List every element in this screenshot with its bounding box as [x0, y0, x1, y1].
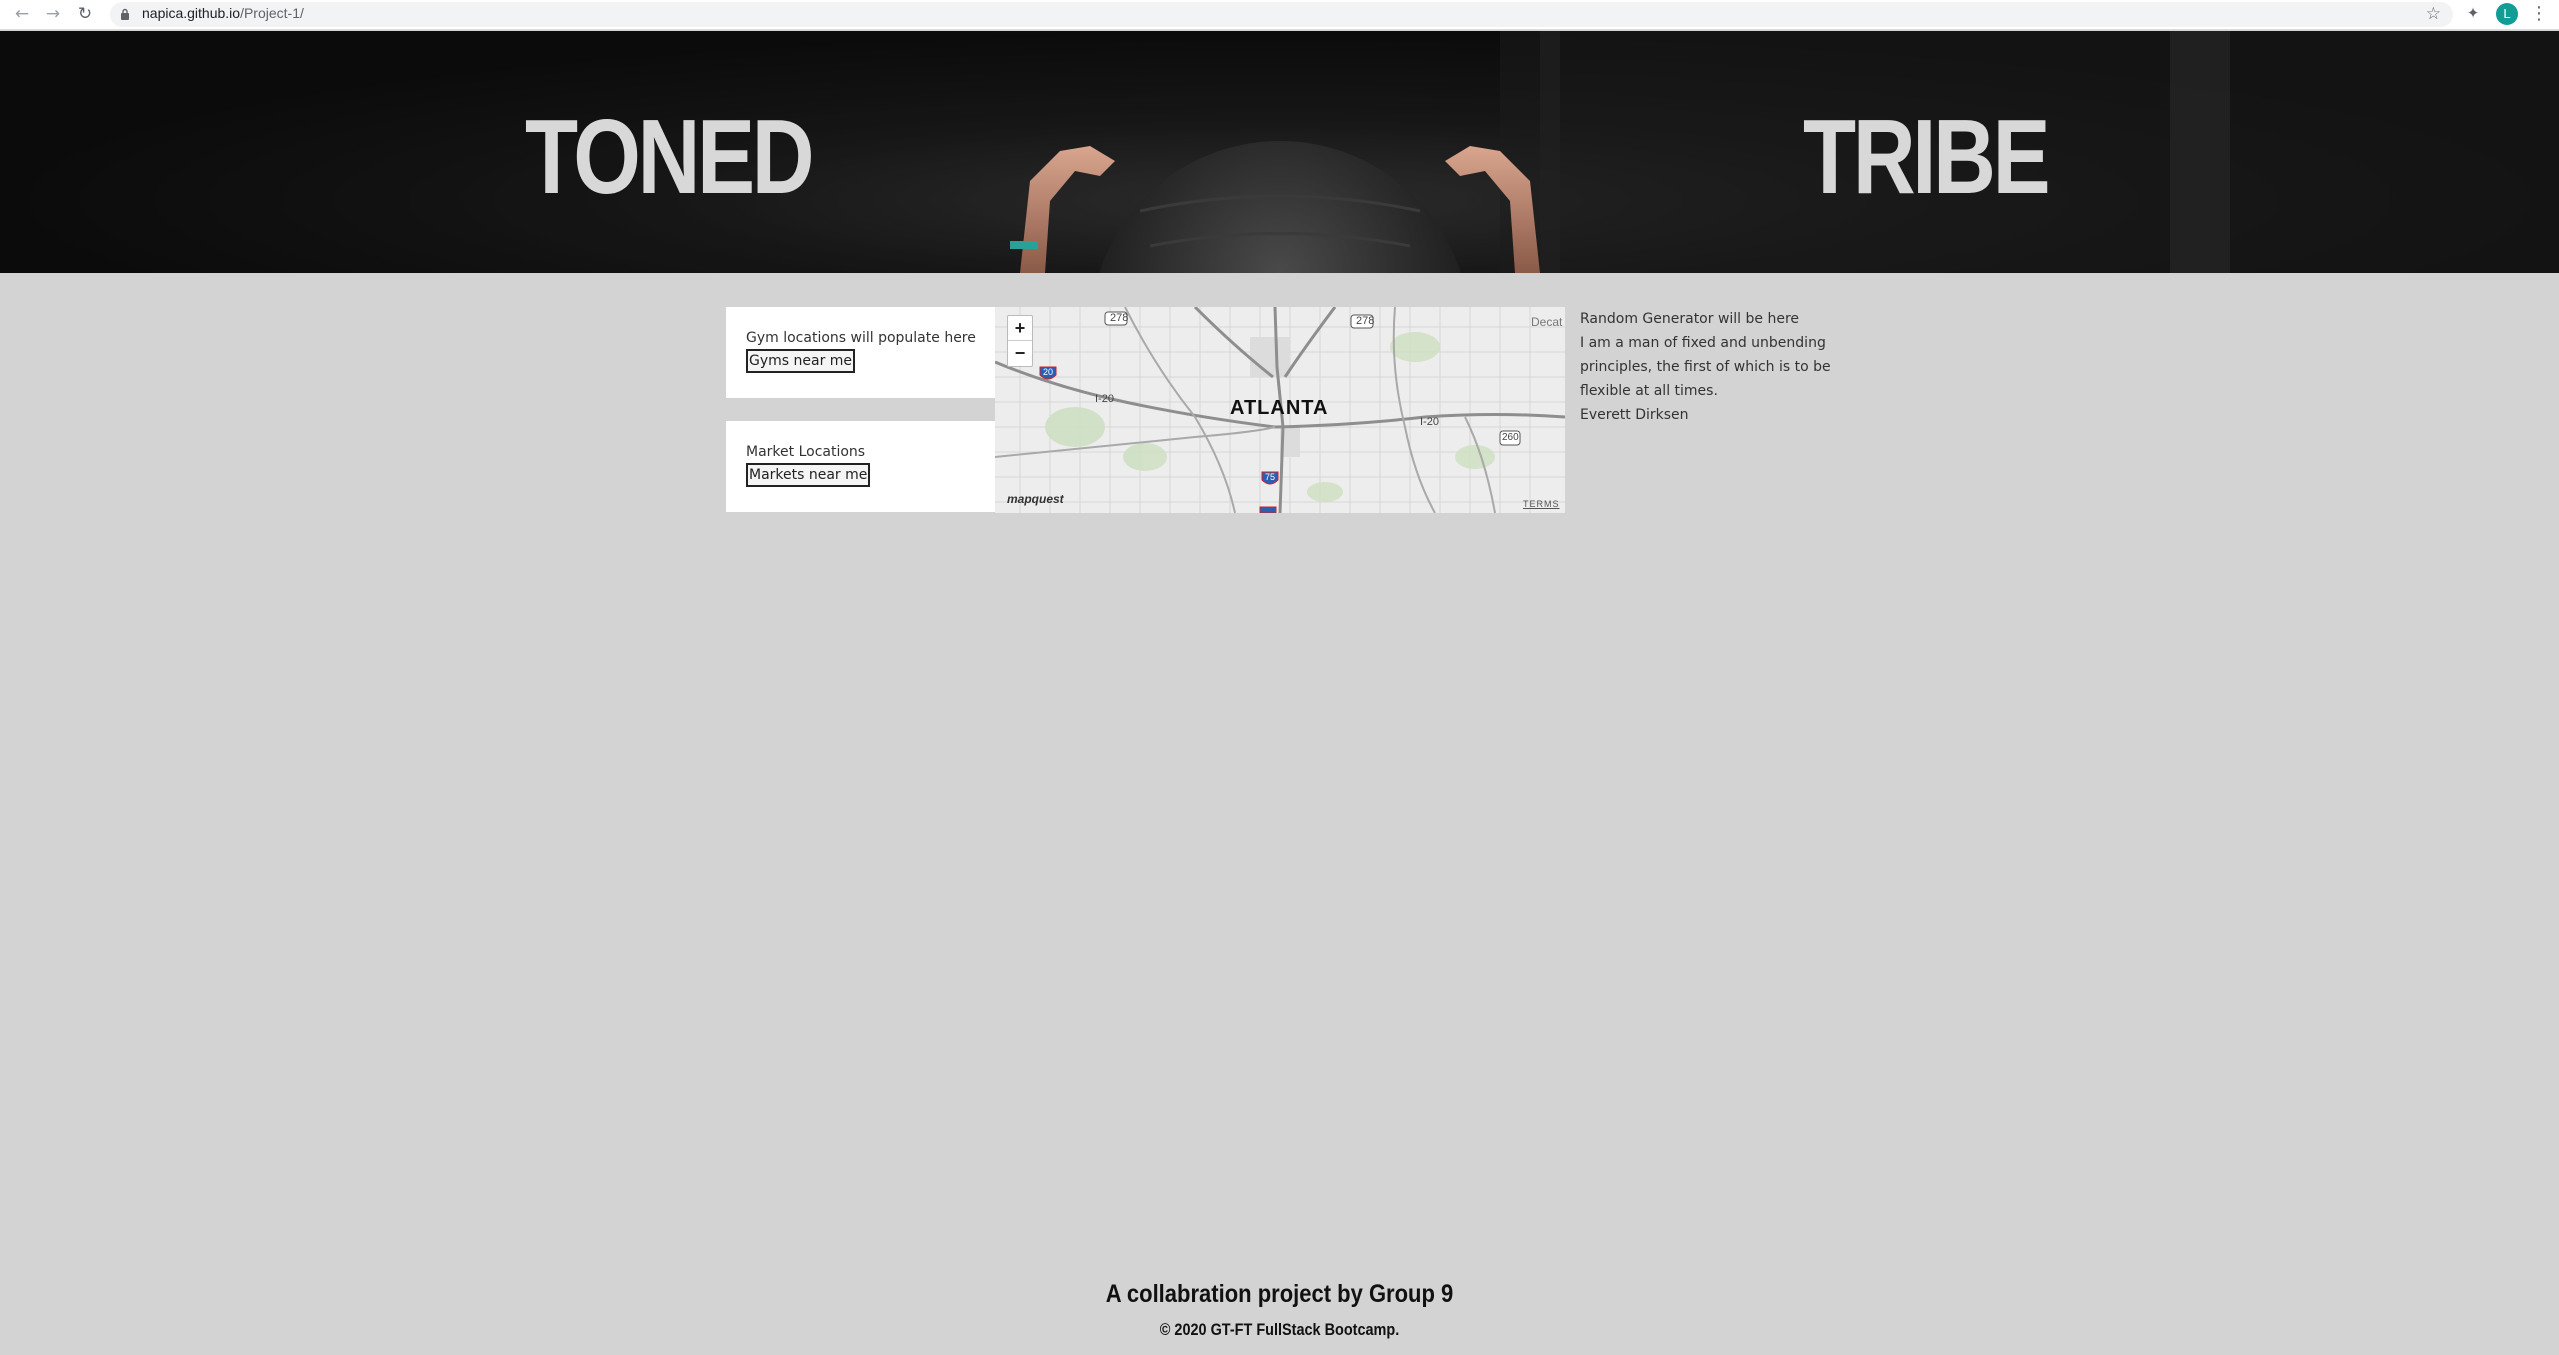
gym-locations-card: Gym locations will populate here Gyms ne…	[726, 307, 996, 398]
us-278-east-label: 278	[1356, 315, 1375, 327]
i20-west-label: I-20	[1095, 393, 1114, 405]
map-view[interactable]: 278 278 I-20 I-20 20 75 260 Decat ATLANT…	[995, 307, 1565, 513]
bookmark-star-icon[interactable]: ☆	[2426, 4, 2441, 24]
decatur-label: Decat	[1531, 315, 1563, 329]
reload-icon[interactable]: ↻	[74, 3, 96, 25]
quote-text: I am a man of fixed and unbending princi…	[1580, 335, 1831, 399]
quote-heading: Random Generator will be here	[1580, 311, 1800, 327]
atlanta-city-label: ATLANTA	[1230, 397, 1329, 419]
us-278-west-label: 278	[1110, 312, 1129, 324]
map-terms-link[interactable]: TERMS	[1523, 499, 1560, 509]
route-260-label: 260	[1502, 432, 1519, 443]
url-text: napica.github.io/Project-1/	[142, 5, 304, 21]
quote-author: Everett Dirksen	[1580, 407, 1689, 423]
markets-near-me-button[interactable]: Markets near me	[746, 463, 871, 487]
address-bar[interactable]: napica.github.io/Project-1/ ☆	[110, 2, 2453, 27]
hero-title-right: TRIBE	[1803, 98, 2051, 216]
market-locations-text: Market Locations	[746, 444, 866, 460]
hero-banner: TONED TRIBE	[0, 31, 2559, 273]
forward-arrow-icon[interactable]: →	[42, 3, 64, 25]
hero-background-image	[0, 31, 2559, 273]
zoom-in-button[interactable]: +	[1008, 316, 1032, 341]
browser-toolbar: ← → ↻ napica.github.io/Project-1/ ☆ ✦ L …	[0, 0, 2559, 30]
market-locations-card: Market Locations Markets near me	[726, 421, 996, 512]
mapquest-logo[interactable]: mapquest	[1007, 492, 1064, 506]
kebab-menu-icon[interactable]: ⋮	[2530, 3, 2548, 25]
zoom-control: + −	[1007, 315, 1033, 367]
zoom-out-button[interactable]: −	[1008, 341, 1032, 366]
i75-shield-label: 75	[1265, 472, 1276, 482]
back-arrow-icon[interactable]: ←	[11, 3, 33, 25]
footer-title: A collabration project by Group 9	[1105, 1280, 1454, 1308]
footer-copyright: © 2020 GT-FT FullStack Bootcamp.	[1159, 1320, 1400, 1339]
url-host: napica.github.io	[142, 5, 241, 21]
i20-shield-label: 20	[1043, 367, 1054, 377]
i20-east-label: I-20	[1420, 416, 1439, 428]
gyms-near-me-button[interactable]: Gyms near me	[746, 349, 856, 373]
extensions-icon[interactable]: ✦	[2463, 4, 2483, 24]
random-quote-panel: Random Generator will be here I am a man…	[1580, 307, 1850, 427]
lock-icon	[121, 8, 129, 20]
url-path: /Project-1/	[240, 5, 304, 21]
gym-locations-text: Gym locations will populate here	[746, 330, 976, 346]
profile-avatar[interactable]: L	[2496, 3, 2518, 25]
hero-title-left: TONED	[525, 98, 815, 216]
